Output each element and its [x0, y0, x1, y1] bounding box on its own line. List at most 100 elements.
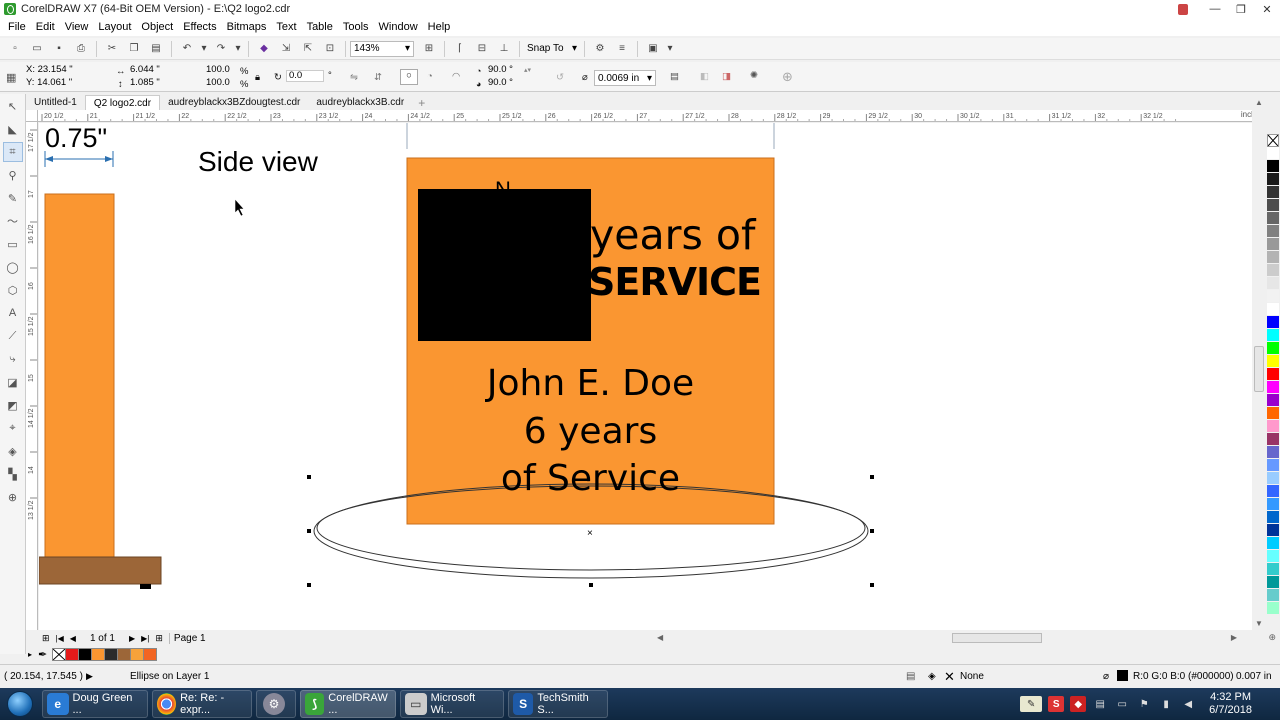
- show-rulers-icon[interactable]: ⌈: [451, 41, 469, 57]
- taskbar-item-chrome[interactable]: Re: Re: - expr...: [152, 690, 252, 718]
- eyedropper-icon[interactable]: ⌖: [3, 418, 23, 438]
- add-property-icon[interactable]: ⊕: [782, 69, 793, 85]
- palette-swatch[interactable]: [1267, 316, 1279, 329]
- tab-untitled-1[interactable]: Untitled-1: [26, 95, 85, 110]
- freehand-tool-icon[interactable]: ✎: [3, 188, 23, 208]
- arc-mode-icon[interactable]: ◠: [452, 71, 460, 82]
- minimize-button[interactable]: —: [1202, 3, 1228, 15]
- palette-swatch[interactable]: [1267, 264, 1279, 277]
- palette-swatch[interactable]: [1267, 446, 1279, 459]
- show-guidelines-icon[interactable]: ⊥: [495, 41, 513, 57]
- swatch-light-orange[interactable]: [130, 647, 145, 661]
- undo-icon[interactable]: ↶: [178, 41, 196, 57]
- crop-tool-icon[interactable]: ⌗: [2, 142, 23, 162]
- application-launcher-icon[interactable]: ≡: [613, 41, 631, 57]
- menu-file[interactable]: File: [3, 21, 31, 33]
- handle-bottom-right[interactable]: [870, 583, 874, 587]
- handle-middle-left[interactable]: [307, 529, 311, 533]
- new-tab-icon[interactable]: +: [418, 96, 425, 110]
- first-page-icon[interactable]: |◀: [56, 634, 64, 643]
- palette-swatch[interactable]: [1267, 563, 1279, 576]
- undo-dropdown-icon[interactable]: ▾: [200, 41, 208, 57]
- palette-swatch[interactable]: [1267, 420, 1279, 433]
- convert-to-curves-icon[interactable]: ✺: [750, 70, 758, 81]
- palette-swatch[interactable]: [1267, 329, 1279, 342]
- palette-swatch[interactable]: [1267, 290, 1279, 303]
- scale-height-field[interactable]: 100.0: [204, 78, 236, 90]
- swatch-dark-gray[interactable]: [104, 647, 119, 661]
- palette-swatch[interactable]: [1267, 160, 1279, 173]
- drawing-canvas[interactable]: N × ▫ 0.75" Side view years of SERVICE J…: [39, 123, 1252, 630]
- taskbar-item-techsmith[interactable]: S TechSmith S...: [508, 690, 608, 718]
- vertical-ruler[interactable]: 17 1/2 17 16 1/2 16 15 1/2 15 14 1/2 14 13 1/2: [26, 122, 38, 630]
- plaque-years-count-text[interactable]: 6 years: [407, 411, 774, 452]
- swatch-red[interactable]: [65, 647, 80, 661]
- add-tool-icon[interactable]: ⊕: [3, 487, 23, 507]
- palette-swatch[interactable]: [1267, 303, 1279, 316]
- paste-icon[interactable]: ▤: [147, 41, 165, 57]
- copy-icon[interactable]: ❐: [125, 41, 143, 57]
- palette-swatch[interactable]: [1267, 576, 1279, 589]
- tab-audreyblackx3b[interactable]: audreyblackx3B.cdr: [308, 95, 412, 110]
- handle-top-right[interactable]: [870, 475, 874, 479]
- menu-bitmaps[interactable]: Bitmaps: [222, 21, 272, 33]
- tray-app-icon[interactable]: ◆: [1070, 696, 1087, 712]
- side-view-base-foot[interactable]: [140, 584, 151, 589]
- maximize-button[interactable]: ❐: [1228, 3, 1254, 16]
- menu-layout[interactable]: Layout: [93, 21, 136, 33]
- menu-table[interactable]: Table: [302, 21, 338, 33]
- menu-help[interactable]: Help: [423, 21, 456, 33]
- side-view-base[interactable]: [39, 556, 162, 585]
- user-account-icon[interactable]: [1178, 3, 1188, 15]
- scroll-down-arrow-icon[interactable]: ▼: [1255, 619, 1263, 628]
- document-color-icon[interactable]: ▤: [906, 671, 915, 682]
- launcher-dropdown-icon[interactable]: ▾: [666, 41, 674, 57]
- open-folder-icon[interactable]: ▭: [28, 41, 46, 57]
- tab-q2-logo2[interactable]: Q2 logo2.cdr: [84, 95, 161, 110]
- wrap-text-icon[interactable]: ▤: [670, 71, 679, 82]
- import-icon[interactable]: ⇲: [277, 41, 295, 57]
- previous-page-icon[interactable]: ◀: [70, 634, 76, 643]
- swatch-orange[interactable]: [91, 647, 106, 661]
- palette-swatch[interactable]: [1267, 381, 1279, 394]
- handle-top-left[interactable]: [307, 475, 311, 479]
- palette-swatch[interactable]: [1267, 199, 1279, 212]
- pie-mode-icon[interactable]: ◔: [427, 71, 433, 82]
- plaque-logo-black-block[interactable]: [418, 189, 591, 341]
- taskbar-item-microsoft[interactable]: ▭ Microsoft Wi...: [400, 690, 504, 718]
- ruler-origin[interactable]: [26, 110, 38, 122]
- close-button[interactable]: ✕: [1254, 3, 1280, 16]
- ellipse-mode-icon[interactable]: ○: [400, 69, 418, 85]
- system-clock[interactable]: 4:32 PM 6/7/2018: [1209, 691, 1252, 717]
- show-grid-icon[interactable]: ⊟: [473, 41, 491, 57]
- last-page-icon[interactable]: ▶|: [141, 634, 149, 643]
- start-button[interactable]: [0, 688, 40, 720]
- new-document-icon[interactable]: ▫: [6, 41, 24, 57]
- tray-monitor-icon[interactable]: ▭: [1114, 696, 1130, 712]
- vertical-scroll-thumb[interactable]: [1254, 346, 1264, 392]
- palette-swatch[interactable]: [1267, 602, 1279, 615]
- save-icon[interactable]: ▪: [50, 41, 68, 57]
- palette-swatch[interactable]: [1267, 342, 1279, 355]
- mirror-vertical-icon[interactable]: ⇵: [374, 72, 382, 83]
- menu-window[interactable]: Window: [374, 21, 423, 33]
- palette-swatch[interactable]: [1267, 524, 1279, 537]
- x-position-field[interactable]: X: 23.154 ": [24, 65, 104, 77]
- palette-swatch[interactable]: [1267, 550, 1279, 563]
- palette-swatch[interactable]: [1267, 147, 1279, 160]
- palette-swatch[interactable]: [1267, 355, 1279, 368]
- menu-effects[interactable]: Effects: [178, 21, 221, 33]
- pick-tool-icon[interactable]: ↖: [3, 96, 23, 116]
- palette-swatch[interactable]: [1267, 537, 1279, 550]
- no-color-swatch[interactable]: [52, 647, 67, 661]
- swatch-brown[interactable]: [117, 647, 132, 661]
- status-play-icon[interactable]: ▶: [86, 671, 93, 682]
- plaque-name-text[interactable]: John E. Doe: [407, 363, 774, 404]
- scroll-up-arrow-icon[interactable]: ▲: [1255, 98, 1263, 107]
- transparency-tool-icon[interactable]: ◩: [3, 395, 23, 415]
- smart-fill-icon[interactable]: ▚: [3, 464, 23, 484]
- palette-swatch[interactable]: [1267, 173, 1279, 186]
- palette-swatch[interactable]: [1267, 589, 1279, 602]
- shape-tool-icon[interactable]: ◣: [3, 119, 23, 139]
- connector-tool-icon[interactable]: ⤷: [3, 349, 23, 369]
